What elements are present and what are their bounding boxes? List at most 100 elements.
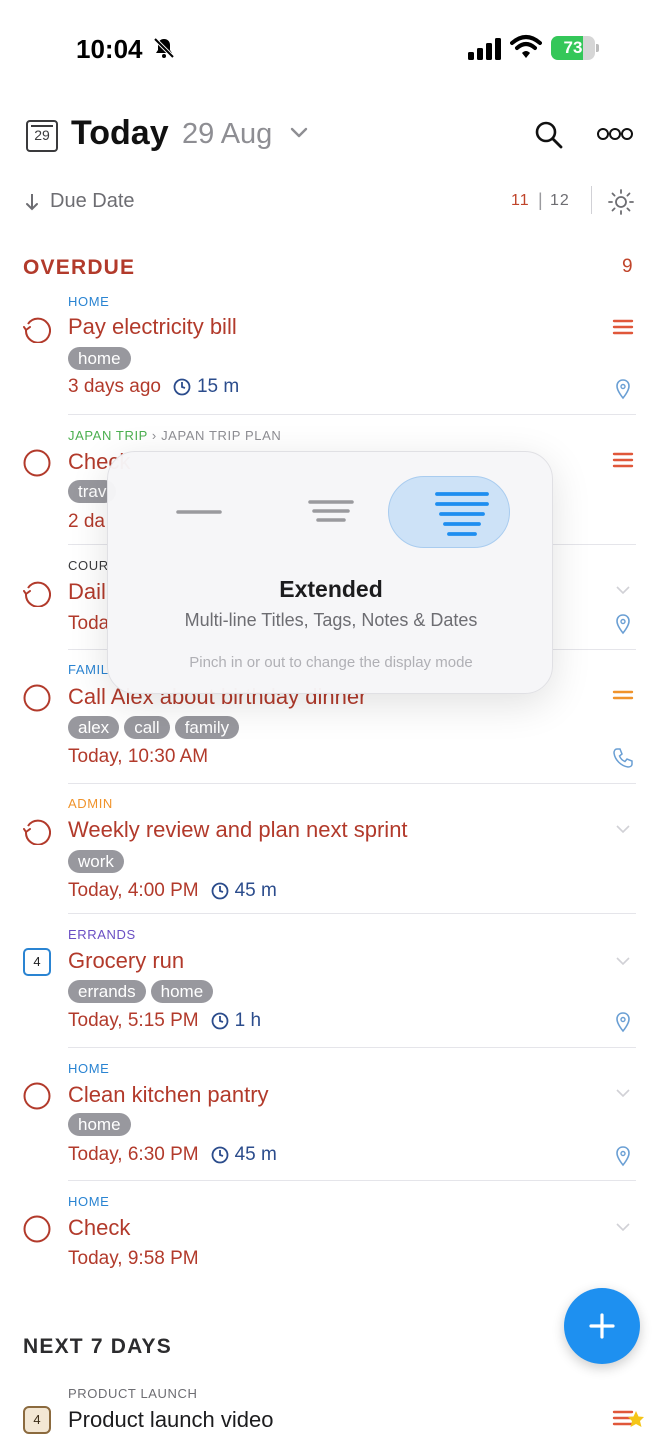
status-bar: 10:04 73 — [0, 0, 660, 96]
chevron-down-icon[interactable] — [290, 126, 308, 140]
task-row[interactable]: PRODUCT LAUNCH 4 Product launch video — [0, 1374, 660, 1434]
task-duration: 45 m — [234, 1144, 277, 1165]
task-project: PRODUCT LAUNCH — [68, 1386, 198, 1401]
recurring-checkbox-icon[interactable] — [23, 579, 51, 607]
tag[interactable]: errands — [68, 980, 146, 1003]
calendar-date-icon[interactable]: 4 — [23, 1406, 51, 1434]
location-pin-icon — [616, 379, 630, 400]
location-pin-icon — [616, 1012, 630, 1033]
task-subproject: JAPAN TRIP PLAN — [161, 428, 282, 443]
task-title[interactable]: Clean kitchen pantry — [68, 1082, 269, 1108]
display-mode-popup: Extended Multi-line Titles, Tags, Notes … — [107, 451, 553, 694]
task-project: COUR — [68, 558, 109, 573]
calendar-icon[interactable]: 29 — [26, 120, 58, 152]
task-row[interactable]: HOME Clean kitchen pantry home Today, 6:… — [0, 1048, 660, 1181]
tag[interactable]: call — [124, 716, 170, 739]
plus-icon — [589, 1313, 615, 1339]
page-title: Today — [71, 114, 169, 152]
display-mode-extended-button[interactable] — [388, 476, 510, 548]
bell-slash-icon — [153, 37, 175, 59]
task-title[interactable]: Weekly review and plan next sprint — [68, 817, 408, 843]
tag[interactable]: home — [68, 1113, 131, 1136]
total-task-count: 12 — [550, 192, 570, 209]
section-title-next-7-days: NEXT 7 DAYS — [23, 1335, 172, 1358]
task-project: JAPAN TRIP — [68, 428, 148, 443]
task-project: ADMIN — [68, 796, 113, 811]
task-duration: 45 m — [234, 880, 277, 901]
priority-starred-icon — [612, 1410, 644, 1427]
task-row[interactable]: ERRANDS 4 Grocery run errands home Today… — [0, 914, 660, 1048]
sort-button[interactable]: Due Date — [50, 190, 135, 213]
search-icon[interactable] — [534, 120, 564, 150]
popup-hint: Pinch in or out to change the display mo… — [189, 654, 473, 671]
clock-icon — [211, 882, 229, 900]
single-line-icon — [176, 510, 222, 514]
task-project: HOME — [68, 1061, 110, 1076]
priority-medium-icon — [612, 690, 634, 700]
task-title[interactable]: Check — [68, 1215, 130, 1241]
section-title-overdue: OVERDUE — [23, 256, 136, 279]
phone-icon — [613, 748, 633, 768]
recurring-checkbox-icon[interactable] — [23, 315, 51, 343]
status-time: 10:04 — [76, 34, 143, 64]
popup-subtitle: Multi-line Titles, Tags, Notes & Dates — [184, 610, 478, 630]
task-title[interactable]: Grocery run — [68, 948, 184, 974]
task-due-date: Today, 6:30 PM — [68, 1144, 199, 1165]
cellular-signal-icon — [468, 38, 501, 60]
checkbox-icon[interactable] — [23, 1215, 51, 1243]
section-count: 9 — [622, 256, 633, 277]
chevron-down-icon[interactable] — [612, 818, 634, 840]
task-row[interactable]: HOME Pay electricity bill home 3 days ag… — [0, 290, 660, 415]
clock-icon — [211, 1012, 229, 1030]
priority-high-icon — [612, 452, 634, 468]
calendar-date-icon[interactable]: 4 — [23, 948, 51, 976]
location-pin-icon — [616, 614, 630, 635]
task-due-date: Today, 4:00 PM — [68, 880, 199, 901]
task-title[interactable]: Dail — [68, 579, 106, 605]
battery-level: 73 — [563, 38, 583, 57]
task-due-date: 2 da — [68, 511, 105, 532]
chevron-down-icon[interactable] — [612, 1082, 634, 1104]
clock-icon — [173, 378, 191, 396]
task-project: ERRANDS — [68, 927, 136, 942]
task-project: HOME — [68, 294, 110, 309]
task-due-date: 3 days ago — [68, 376, 161, 397]
lines-icon — [308, 500, 354, 522]
page-date[interactable]: 29 Aug — [182, 118, 272, 151]
task-row[interactable]: ADMIN Weekly review and plan next sprint… — [0, 784, 660, 914]
header: 29 Today 29 Aug — [0, 108, 660, 164]
task-title[interactable]: Pay electricity bill — [68, 314, 237, 340]
display-mode-compact-button[interactable] — [138, 476, 260, 548]
task-due-date: Today, 9:58 PM — [68, 1248, 199, 1269]
tag[interactable]: home — [150, 980, 214, 1003]
sun-icon[interactable] — [608, 189, 634, 215]
sort-row: Due Date 11 | 12 — [0, 186, 660, 218]
tag[interactable]: family — [174, 716, 240, 739]
task-due-date: Today, 10:30 AM — [68, 746, 209, 767]
chevron-down-icon[interactable] — [612, 950, 634, 972]
popup-title: Extended — [279, 576, 383, 602]
checkbox-icon[interactable] — [23, 684, 51, 712]
checkbox-icon[interactable] — [23, 449, 51, 477]
tag[interactable]: work — [68, 850, 124, 873]
location-pin-icon — [616, 1146, 630, 1167]
task-due-date: Today, 5:15 PM — [68, 1010, 199, 1031]
display-mode-normal-button[interactable] — [270, 476, 392, 548]
task-duration: 1 h — [234, 1010, 262, 1031]
chevron-down-icon[interactable] — [612, 579, 634, 601]
battery-indicator: 73 — [551, 36, 599, 60]
add-task-button[interactable] — [564, 1288, 640, 1364]
recurring-checkbox-icon[interactable] — [23, 817, 51, 845]
checkbox-icon[interactable] — [23, 1082, 51, 1110]
clock-icon — [211, 1146, 229, 1164]
tag[interactable]: home — [68, 347, 131, 370]
tag[interactable]: alex — [68, 716, 120, 739]
task-row[interactable]: HOME Check Today, 9:58 PM — [0, 1181, 660, 1291]
calendar-day: 29 — [34, 127, 50, 143]
task-title[interactable]: Product launch video — [68, 1407, 273, 1433]
arrow-down-icon[interactable] — [25, 192, 39, 212]
more-icon[interactable] — [597, 126, 633, 142]
wifi-icon — [510, 35, 542, 58]
chevron-down-icon[interactable] — [612, 1216, 634, 1238]
task-duration: 15 m — [196, 376, 240, 397]
